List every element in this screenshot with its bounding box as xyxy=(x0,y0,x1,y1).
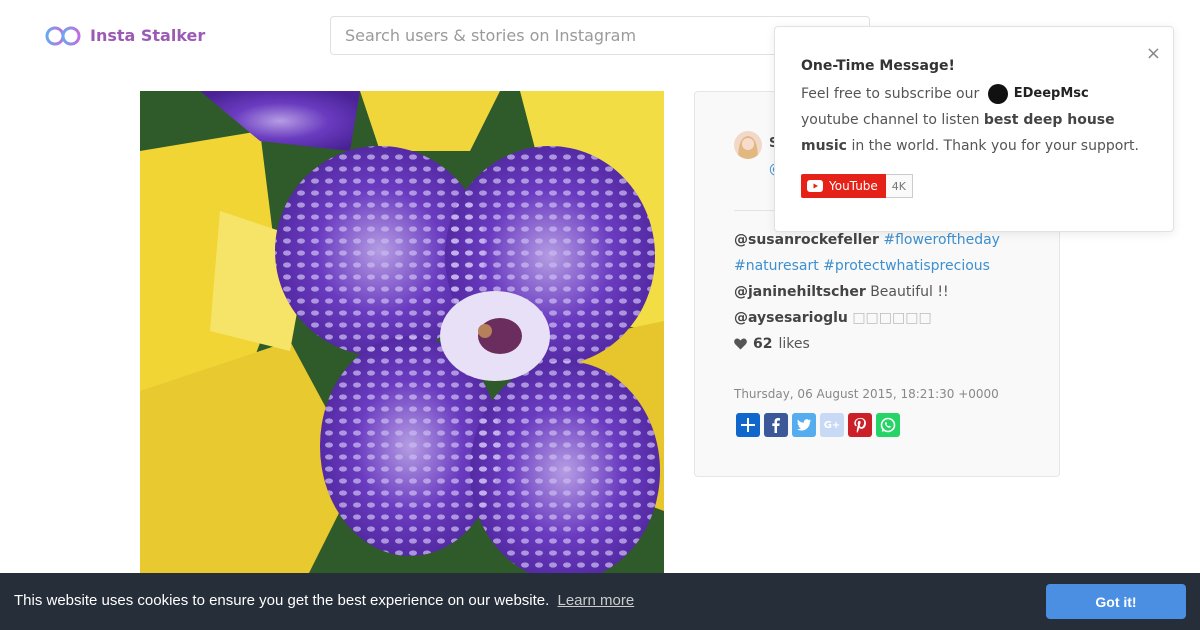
avatar[interactable] xyxy=(734,131,762,159)
comment-user[interactable]: @aysesarioglu xyxy=(734,310,848,326)
comment-text: Beautiful !! xyxy=(870,284,949,300)
share-buttons: G+ xyxy=(736,413,900,437)
popup-text-2: youtube channel to listen xyxy=(801,112,980,128)
likes-row: 62 likes xyxy=(734,331,1034,357)
cookie-text: This website uses cookies to ensure you … xyxy=(14,592,550,609)
logo-text: Insta Stalker xyxy=(90,25,206,45)
heart-icon xyxy=(734,338,747,350)
brand-logo[interactable]: EDeepMsc xyxy=(987,81,1089,107)
google-plus-icon[interactable]: G+ xyxy=(820,413,844,437)
learn-more-link[interactable]: Learn more xyxy=(557,592,634,609)
comment: @susanrockefeller #floweroftheday #natur… xyxy=(734,227,1034,279)
brand-name: EDeepMsc xyxy=(1013,86,1089,101)
popup-text-1: Feel free to subscribe our xyxy=(801,86,980,102)
comment: @aysesarioglu □□□□□□ xyxy=(734,305,1034,331)
post-date: Thursday, 06 August 2015, 18:21:30 +0000 xyxy=(734,387,999,401)
twitter-icon[interactable] xyxy=(792,413,816,437)
got-it-button[interactable]: Got it! xyxy=(1046,584,1186,619)
close-icon[interactable]: × xyxy=(1146,43,1161,64)
cookie-message: This website uses cookies to ensure you … xyxy=(14,592,634,609)
cookie-bar: This website uses cookies to ensure you … xyxy=(0,573,1200,630)
popup-body: Feel free to subscribe our EDeepMsc yout… xyxy=(801,81,1151,159)
comment-user[interactable]: @susanrockefeller xyxy=(734,232,879,248)
subscriber-count: 4K xyxy=(885,174,914,198)
pinterest-icon[interactable] xyxy=(848,413,872,437)
popup-title: One-Time Message! xyxy=(801,58,955,74)
comment-user[interactable]: @janinehiltscher xyxy=(734,284,866,300)
youtube-icon xyxy=(807,180,823,192)
one-time-message-popup: × One-Time Message! Feel free to subscri… xyxy=(774,26,1174,232)
post-image[interactable] xyxy=(140,91,664,591)
logo[interactable]: Insta Stalker xyxy=(44,22,205,48)
comments: @susanrockefeller #floweroftheday #natur… xyxy=(734,227,1034,357)
likes-label: likes xyxy=(778,336,810,352)
share-plus-icon[interactable] xyxy=(736,413,760,437)
facebook-icon[interactable] xyxy=(764,413,788,437)
whatsapp-icon[interactable] xyxy=(876,413,900,437)
brand-icon xyxy=(987,84,1008,104)
logo-icon xyxy=(45,26,81,46)
likes-count: 62 xyxy=(753,336,773,352)
comment: @janinehiltscher Beautiful !! xyxy=(734,279,1034,305)
comment-text: □□□□□□ xyxy=(852,310,932,326)
popup-text-3: in the world. Thank you for your support… xyxy=(851,138,1139,154)
youtube-label: YouTube xyxy=(829,179,878,193)
youtube-button[interactable]: YouTube xyxy=(801,174,886,198)
youtube-subscribe[interactable]: YouTube 4K xyxy=(801,174,914,198)
orchid-photo xyxy=(140,91,664,591)
